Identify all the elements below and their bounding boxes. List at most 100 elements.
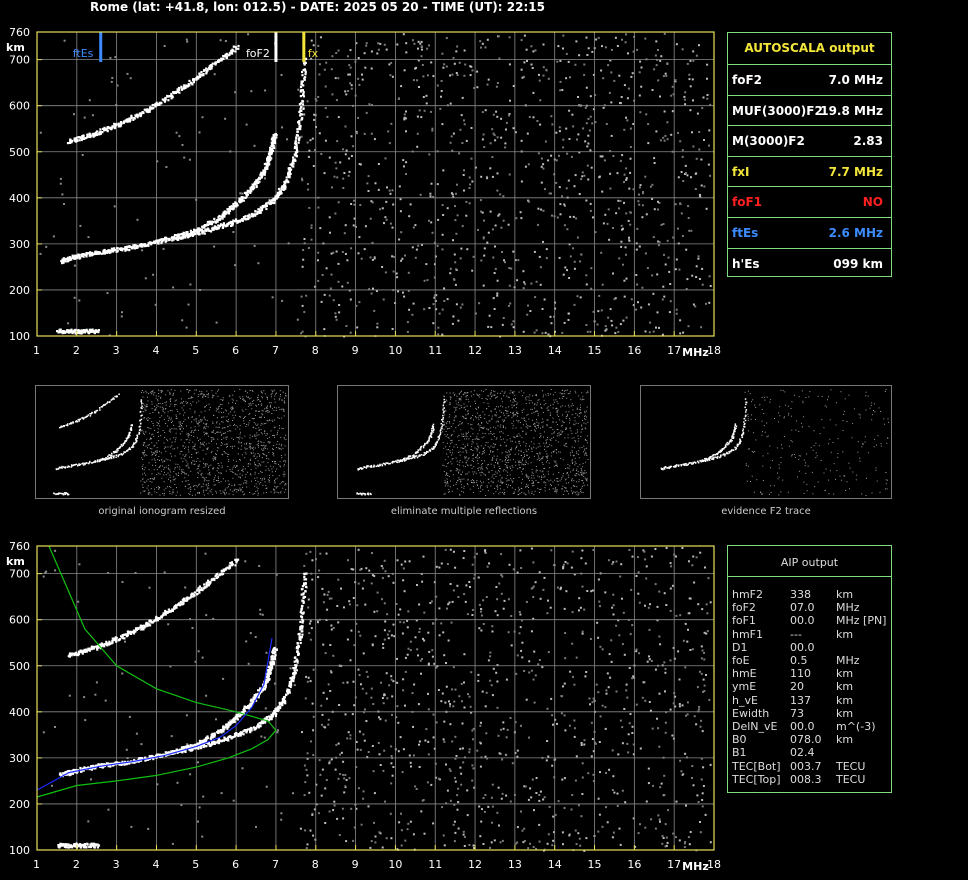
- trace-point: [58, 330, 61, 333]
- trace-point: [303, 77, 306, 80]
- x-tick-label: 2: [73, 344, 80, 357]
- thumb-noise: [553, 401, 555, 403]
- thumb-noise: [249, 446, 251, 448]
- thumb-noise: [550, 455, 552, 457]
- noise-dot: [504, 142, 507, 145]
- thumb-noise: [470, 435, 472, 437]
- thumb-noise: [521, 460, 523, 462]
- thumb-noise: [533, 423, 534, 425]
- noise-dot: [385, 48, 388, 51]
- thumb-noise: [540, 403, 541, 405]
- thumb-noise: [261, 479, 263, 481]
- noise-dot: [390, 122, 393, 125]
- thumb-noise: [275, 407, 277, 409]
- noise-dot: [436, 84, 439, 87]
- noise-dot: [537, 223, 539, 226]
- thumb-noise: [282, 428, 284, 430]
- thumb-noise: [187, 389, 188, 391]
- thumb-noise: [538, 455, 540, 457]
- thumb-noise: [260, 428, 262, 430]
- thumb-noise: [264, 393, 266, 395]
- thumb-noise: [527, 478, 529, 480]
- thumb-noise: [230, 407, 232, 409]
- noise-dot: [684, 103, 687, 106]
- trace-point: [211, 65, 214, 68]
- thumb-trace-point: [75, 463, 77, 466]
- noise-dot: [349, 298, 352, 301]
- thumb-noise: [544, 445, 546, 447]
- thumb-noise: [278, 406, 280, 408]
- trace-point: [246, 189, 249, 192]
- thumb-noise: [251, 408, 253, 410]
- noise-dot: [346, 281, 349, 284]
- thumb-noise: [188, 398, 190, 399]
- thumb-noise: [236, 491, 238, 493]
- thumb-trace-point: [120, 443, 123, 446]
- noise-dot: [383, 222, 385, 225]
- thumb-noise: [191, 396, 192, 398]
- thumb-noise: [187, 436, 189, 438]
- trace-point: [244, 215, 247, 218]
- trace-point: [214, 63, 217, 66]
- noise-dot: [348, 73, 351, 76]
- noise-dot: [564, 266, 567, 269]
- noise-dot: [530, 282, 533, 285]
- thumb-noise: [198, 415, 200, 417]
- thumb-noise: [479, 452, 481, 454]
- thumb-noise: [489, 393, 491, 395]
- thumb-noise: [571, 459, 573, 461]
- noise-dot: [638, 71, 641, 74]
- autoscala-title: AUTOSCALA output: [744, 41, 875, 55]
- thumb-noise: [281, 444, 283, 446]
- noise-dot: [565, 52, 568, 55]
- thumb-noise: [169, 474, 171, 476]
- noise-dot: [81, 154, 84, 156]
- thumb-noise: [494, 391, 496, 393]
- thumb-trace-point: [85, 462, 88, 464]
- thumb-noise: [171, 428, 173, 430]
- noise-dot: [700, 184, 703, 187]
- thumb-noise: [505, 407, 507, 409]
- thumb-noise: [265, 445, 267, 447]
- thumb-noise: [555, 464, 556, 466]
- noise-dot: [359, 204, 362, 206]
- noise-dot: [569, 255, 572, 258]
- thumb-noise: [236, 437, 238, 438]
- thumb-noise: [284, 445, 286, 447]
- thumb-noise: [507, 396, 509, 398]
- noise-dot: [464, 63, 467, 66]
- noise-dot: [625, 33, 627, 36]
- noise-dot: [589, 115, 592, 118]
- thumb-noise: [466, 483, 468, 485]
- thumb-noise: [167, 411, 169, 413]
- thumb-noise: [488, 405, 490, 407]
- noise-dot: [431, 231, 434, 234]
- noise-dot: [306, 100, 309, 103]
- noise-dot: [601, 45, 603, 48]
- thumb-noise: [492, 474, 494, 476]
- noise-dot: [337, 262, 340, 265]
- thumb-noise: [221, 443, 223, 445]
- noise-dot: [705, 302, 707, 305]
- thumb-noise: [472, 428, 474, 430]
- thumb-noise: [197, 458, 199, 459]
- thumb-noise: [543, 411, 544, 413]
- thumb-noise: [503, 392, 505, 394]
- thumb-noise: [205, 406, 206, 408]
- noise-dot: [456, 214, 459, 217]
- trace-point: [126, 245, 129, 248]
- noise-dot: [569, 76, 571, 79]
- thumb-noise: [186, 439, 188, 441]
- thumb-noise: [256, 490, 258, 492]
- noise-dot: [483, 247, 486, 250]
- thumb-noise: [250, 469, 252, 471]
- noise-dot: [647, 142, 650, 145]
- thumb-noise: [209, 474, 211, 476]
- thumb-noise: [282, 391, 284, 393]
- thumb-noise: [247, 463, 249, 465]
- thumb-noise: [144, 490, 146, 492]
- thumb-trace-point: [108, 457, 111, 460]
- thumb-noise: [227, 431, 229, 432]
- noise-dot: [468, 176, 471, 179]
- noise-dot: [330, 68, 333, 71]
